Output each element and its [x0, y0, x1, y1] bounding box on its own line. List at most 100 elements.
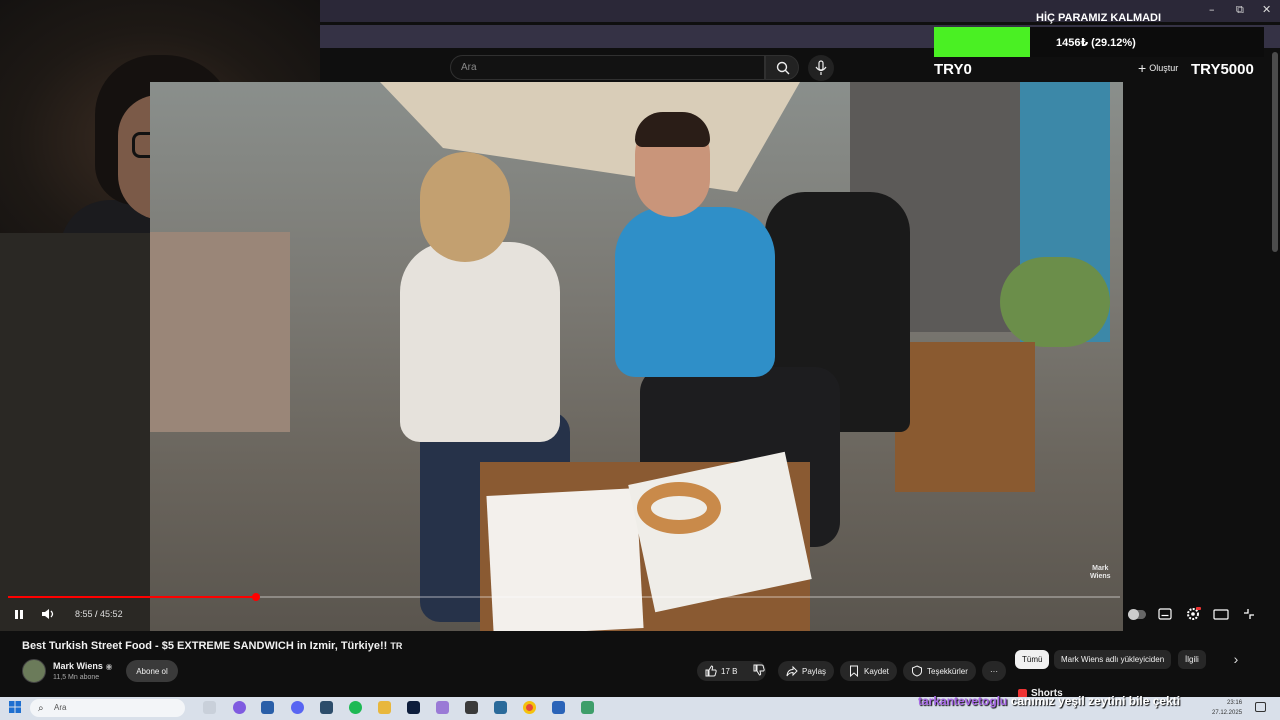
- subtitles-icon: [1158, 608, 1172, 620]
- taskbar-search[interactable]: ⌕ Ara: [30, 699, 185, 717]
- subscriber-count: 11,5 Mn abone: [53, 674, 100, 681]
- chevron-right-icon[interactable]: ›: [1228, 651, 1244, 667]
- wall-shape: [150, 232, 290, 432]
- share-icon: [786, 665, 798, 677]
- donation-goal-fill: [934, 27, 1031, 57]
- host-hair-shape: [635, 112, 710, 147]
- dislike-button[interactable]: [753, 664, 766, 678]
- volume-button[interactable]: [39, 605, 59, 623]
- minimize-button[interactable]: –: [1209, 3, 1215, 16]
- taskbar-search-placeholder: Ara: [54, 703, 67, 712]
- clock-time: 23:16: [1227, 700, 1243, 706]
- app-icon[interactable]: [320, 701, 333, 714]
- thanks-label: Teşekkürler: [927, 666, 968, 676]
- bench-shape: [895, 342, 1035, 492]
- spotify-icon[interactable]: [349, 701, 362, 714]
- bookmark-icon: [850, 665, 858, 677]
- theater-mode-button[interactable]: [1212, 605, 1230, 623]
- autoplay-toggle[interactable]: [1128, 609, 1146, 620]
- page-scrollbar[interactable]: [1272, 52, 1278, 252]
- photoshop-icon[interactable]: [407, 701, 420, 714]
- simit-shape: [637, 482, 721, 534]
- pause-button[interactable]: [10, 605, 28, 623]
- subtitles-button[interactable]: [1156, 605, 1174, 623]
- game-icon[interactable]: [465, 701, 478, 714]
- chat-message: tarkantevetoglu canımız yeşil zeytini bi…: [918, 694, 1180, 708]
- current-time: 8:55: [75, 609, 93, 619]
- video-title-text: Best Turkish Street Food - $5 EXTREME SA…: [22, 640, 388, 652]
- search-button[interactable]: [765, 55, 799, 80]
- chip-related[interactable]: İlgili: [1178, 650, 1206, 669]
- like-dislike-group: 17 B: [697, 661, 766, 681]
- store-icon[interactable]: [261, 701, 274, 714]
- chip-all[interactable]: Tümü: [1015, 650, 1050, 669]
- donation-goal-amount: 1456₺ (29.12%): [1056, 37, 1136, 49]
- thumbs-down-icon: [753, 664, 766, 676]
- more-icon: ···: [990, 666, 998, 676]
- paper-shape: [486, 488, 644, 631]
- donation-goal-min: TRY0: [934, 61, 972, 78]
- like-button[interactable]: 17 B: [705, 665, 737, 677]
- settings-button[interactable]: [1184, 605, 1202, 623]
- app-icon[interactable]: [552, 701, 565, 714]
- video-player[interactable]: [150, 82, 1123, 631]
- create-label: Oluştur: [1149, 63, 1179, 73]
- app-icon[interactable]: [581, 701, 594, 714]
- verified-icon: ◉: [105, 662, 113, 671]
- copilot-icon[interactable]: [233, 701, 246, 714]
- woman-shirt-shape: [400, 242, 560, 442]
- more-actions-button[interactable]: ···: [982, 661, 1006, 681]
- search-icon: [776, 61, 790, 75]
- thumbs-up-icon: [705, 665, 717, 677]
- gear-icon: [1187, 607, 1201, 620]
- plus-icon: +: [1138, 60, 1147, 76]
- donation-goal-max: TRY5000: [1191, 61, 1254, 78]
- time-display: 8:55 / 45:52: [75, 609, 123, 619]
- title-suffix: TR: [390, 641, 403, 651]
- app-icon[interactable]: [436, 701, 449, 714]
- notification-icon[interactable]: [1255, 702, 1266, 712]
- save-button[interactable]: Kaydet: [840, 661, 897, 681]
- pause-icon: [15, 610, 23, 619]
- clock-date: 27.12.2025: [1212, 710, 1243, 716]
- channel-avatar[interactable]: [22, 659, 46, 683]
- volume-icon: [42, 609, 54, 619]
- thanks-button[interactable]: Teşekkürler: [903, 661, 976, 681]
- close-window-button[interactable]: ✕: [1262, 3, 1271, 16]
- share-button[interactable]: Paylaş: [778, 661, 835, 681]
- voice-search-button[interactable]: [808, 55, 834, 81]
- subscribe-button[interactable]: Abone ol: [126, 660, 178, 682]
- channel-watermark: Mark Wiens: [1090, 565, 1111, 580]
- share-label: Paylaş: [802, 666, 827, 676]
- channel-name[interactable]: Mark Wiens ◉: [53, 661, 112, 671]
- screen: – ⧉ ✕ Ara + Oluştur Mark Wiens 8:55 / 45…: [0, 0, 1280, 720]
- fullscreen-exit-icon: [1244, 609, 1254, 619]
- woman-head-shape: [420, 152, 510, 262]
- chat-text: canımız yeşil zeytini bile çekti: [1010, 694, 1181, 708]
- progress-played: [8, 596, 257, 598]
- like-count: 17 B: [721, 666, 738, 676]
- chrome-icon[interactable]: [523, 701, 536, 714]
- app-icon[interactable]: [494, 701, 507, 714]
- chat-username: tarkantevetoglu: [918, 694, 1008, 708]
- thanks-icon: [912, 665, 922, 677]
- windows-start-icon[interactable]: [8, 700, 21, 713]
- donation-goal-title: HİÇ PARAMIZ KALMADI: [1036, 12, 1162, 24]
- file-explorer-icon[interactable]: [378, 701, 391, 714]
- microphone-icon: [815, 60, 827, 75]
- taskbar-clock[interactable]: 23:16 27.12.2025: [1212, 698, 1242, 718]
- chip-uploader[interactable]: Mark Wiens adlı yükleyiciden: [1054, 650, 1172, 669]
- search-input[interactable]: Ara: [450, 55, 765, 80]
- theater-icon: [1213, 609, 1229, 620]
- duration: 45:52: [100, 609, 123, 619]
- fullscreen-button[interactable]: [1240, 605, 1258, 623]
- save-label: Kaydet: [864, 666, 889, 676]
- create-button[interactable]: + Oluştur: [1138, 58, 1178, 78]
- host-shirt-shape: [615, 207, 775, 377]
- video-left-area: [0, 233, 150, 631]
- video-title: Best Turkish Street Food - $5 EXTREME SA…: [22, 640, 402, 652]
- search-icon: ⌕: [38, 703, 44, 714]
- task-view-icon[interactable]: [203, 701, 216, 714]
- maximize-button[interactable]: ⧉: [1236, 3, 1244, 17]
- discord-icon[interactable]: [291, 701, 304, 714]
